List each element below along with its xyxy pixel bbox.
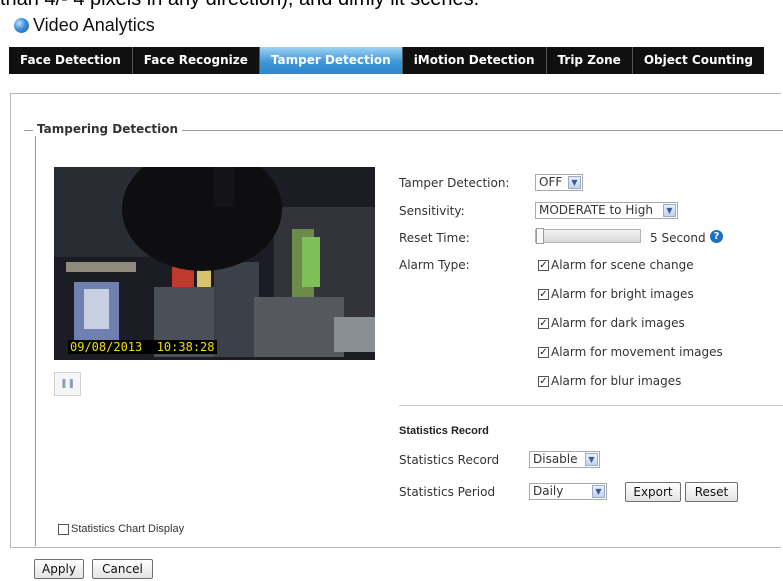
- tamper-detection-value: OFF: [539, 175, 563, 189]
- statistics-chart-display-label: Statistics Chart Display: [71, 523, 185, 535]
- alarm-type-label: Alarm Type:: [399, 258, 470, 272]
- alarm-scene-change-option[interactable]: ✓ Alarm for scene change: [538, 258, 694, 272]
- pause-button[interactable]: ❚❚: [54, 372, 81, 396]
- statistics-record-label: Statistics Record: [399, 453, 500, 467]
- camera-scene: [54, 167, 375, 360]
- tab-face-detection[interactable]: Face Detection: [9, 47, 133, 74]
- help-icon[interactable]: ?: [710, 230, 723, 243]
- alarm-bright-images-option[interactable]: ✓ Alarm for bright images: [538, 287, 694, 301]
- pause-icon: ❚❚: [59, 379, 76, 389]
- alarm-dark-images-option[interactable]: ✓ Alarm for dark images: [538, 316, 685, 330]
- analytics-tab-bar: Face Detection Face Recognize Tamper Det…: [9, 47, 765, 74]
- cancel-button[interactable]: Cancel: [92, 559, 153, 579]
- tab-trip-zone[interactable]: Trip Zone: [547, 47, 633, 74]
- alarm-blur-images-checkbox[interactable]: ✓: [538, 375, 549, 387]
- statistics-period-label: Statistics Period: [399, 485, 496, 499]
- apply-button[interactable]: Apply: [34, 559, 84, 579]
- alarm-scene-change-checkbox[interactable]: ✓: [538, 259, 549, 271]
- reset-time-slider-handle[interactable]: [536, 228, 544, 244]
- tampering-legend: Tampering Detection: [33, 122, 183, 136]
- globe-icon: [14, 17, 29, 33]
- alarm-blur-images-option[interactable]: ✓ Alarm for blur images: [538, 374, 681, 388]
- statistics-heading: Statistics Record: [399, 425, 489, 437]
- truncated-description-text: than 4/- 4 pixels in any direction), and…: [0, 0, 479, 11]
- tab-face-recognize[interactable]: Face Recognize: [133, 47, 260, 74]
- tamper-detection-select[interactable]: OFF ▼: [535, 174, 583, 191]
- alarm-dark-images-label: Alarm for dark images: [551, 316, 685, 330]
- tamper-detection-label: Tamper Detection:: [399, 176, 510, 190]
- sensitivity-select[interactable]: MODERATE to High ▼: [535, 202, 678, 219]
- alarm-blur-images-label: Alarm for blur images: [551, 374, 682, 388]
- statistics-chart-display-option[interactable]: Statistics Chart Display: [58, 523, 184, 535]
- alarm-bright-images-label: Alarm for bright images: [551, 287, 694, 301]
- page-title: Video Analytics: [33, 14, 155, 35]
- alarm-movement-images-label: Alarm for movement images: [551, 345, 723, 359]
- reset-time-value: 5 Second: [650, 231, 706, 245]
- export-button[interactable]: Export: [625, 482, 681, 502]
- statistics-period-value: Daily: [533, 484, 564, 498]
- tab-object-counting[interactable]: Object Counting: [633, 47, 764, 74]
- app-header: Video Analytics: [14, 12, 155, 38]
- alarm-movement-images-option[interactable]: ✓ Alarm for movement images: [538, 345, 723, 359]
- chevron-down-icon: ▼: [568, 176, 581, 189]
- video-timestamp: 09/08/2013 10:38:28: [68, 340, 217, 354]
- statistics-record-select[interactable]: Disable ▼: [529, 451, 600, 468]
- sensitivity-label: Sensitivity:: [399, 204, 465, 218]
- divider: [399, 405, 783, 406]
- alarm-movement-images-checkbox[interactable]: ✓: [538, 346, 549, 358]
- alarm-dark-images-checkbox[interactable]: ✓: [538, 317, 549, 329]
- chevron-down-icon: ▼: [585, 453, 598, 466]
- chevron-down-icon: ▼: [592, 485, 605, 498]
- tab-tamper-detection[interactable]: Tamper Detection: [259, 47, 403, 74]
- statistics-record-value: Disable: [533, 452, 578, 466]
- alarm-scene-change-label: Alarm for scene change: [551, 258, 694, 272]
- sensitivity-value: MODERATE to High: [539, 203, 653, 217]
- statistics-period-select[interactable]: Daily ▼: [529, 483, 607, 500]
- tab-imotion-detection[interactable]: iMotion Detection: [403, 47, 547, 74]
- alarm-bright-images-checkbox[interactable]: ✓: [538, 288, 549, 300]
- reset-time-slider[interactable]: [535, 228, 641, 244]
- reset-button[interactable]: Reset: [685, 482, 738, 502]
- chevron-down-icon: ▼: [663, 204, 676, 217]
- camera-preview: 09/08/2013 10:38:28: [54, 167, 375, 360]
- statistics-chart-display-checkbox[interactable]: [58, 523, 69, 535]
- reset-time-label: Reset Time:: [399, 231, 470, 245]
- tampering-fieldset-left-border: [35, 130, 36, 546]
